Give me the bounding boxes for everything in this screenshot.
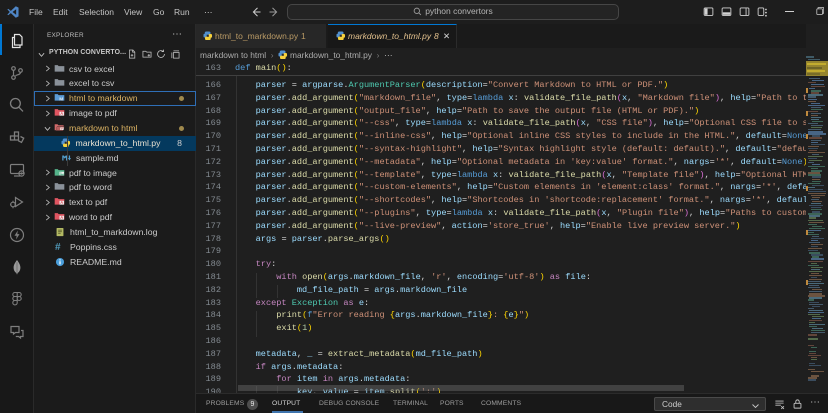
- svg-text:M: M: [59, 97, 63, 103]
- svg-text:A: A: [60, 111, 63, 116]
- svg-text:A: A: [60, 200, 63, 205]
- svg-text:A: A: [60, 215, 63, 220]
